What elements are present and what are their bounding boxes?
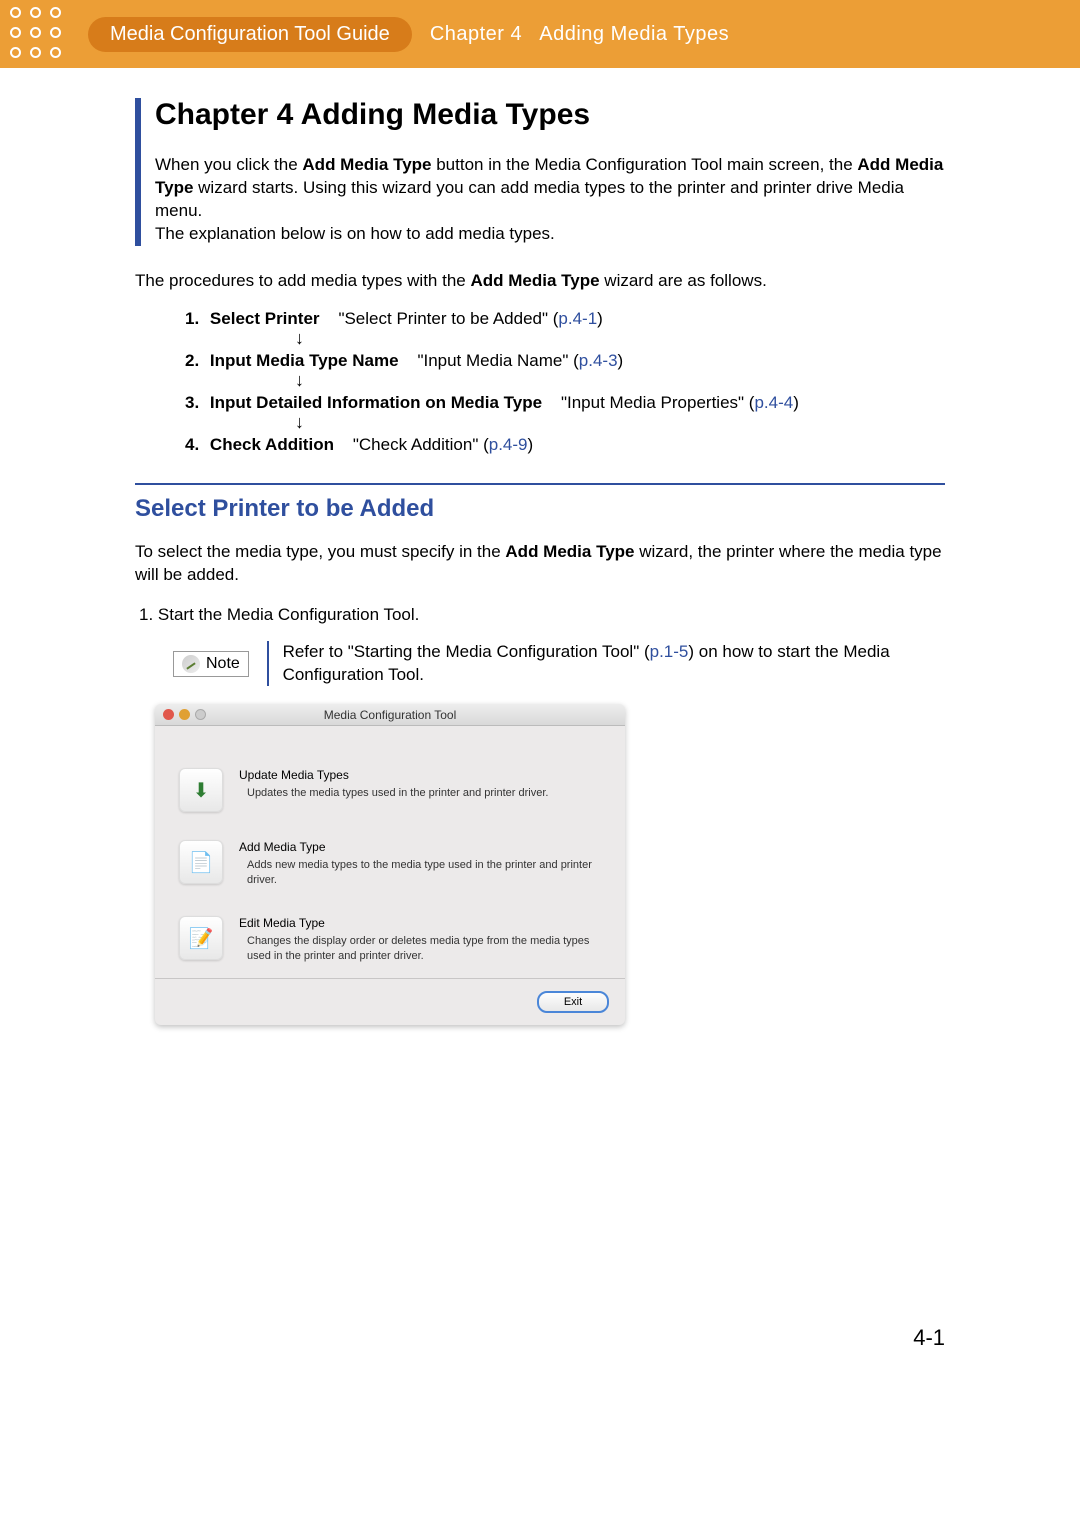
step-number: 3.: [185, 393, 199, 412]
banner-chapter-text: Chapter 4 Adding Media Types: [430, 23, 729, 46]
step-close: ): [793, 393, 799, 412]
page-ref-link[interactable]: p.4-9: [489, 435, 528, 454]
media-config-tool-window: Media Configuration Tool ⬇ Update Media …: [155, 704, 625, 1024]
intro-segment: The explanation below is on how to add m…: [155, 224, 555, 243]
procedures-intro: The procedures to add media types with t…: [135, 270, 945, 293]
banner-chapter-name: Adding Media Types: [539, 23, 729, 45]
page-header-banner: Media Configuration Tool Guide Chapter 4…: [0, 0, 1080, 68]
page-content: Chapter 4 Adding Media Types When you cl…: [0, 68, 1080, 1391]
down-arrow-icon: ↓: [295, 371, 945, 389]
down-arrow-icon: ↓: [295, 329, 945, 347]
window-footer: Exit: [155, 978, 625, 1025]
page-ref-link[interactable]: p.1-5: [650, 642, 689, 661]
section-paragraph: To select the media type, you must speci…: [135, 541, 945, 587]
banner-chapter-label: Chapter 4: [430, 23, 522, 45]
text-segment: To select the media type, you must speci…: [135, 542, 505, 561]
page-ref-link[interactable]: p.4-3: [579, 351, 618, 370]
intro-segment: When you click the: [155, 155, 302, 174]
item-description: Changes the display order or deletes med…: [239, 934, 601, 964]
window-body: ⬇ Update Media Types Updates the media t…: [155, 726, 625, 977]
edit-document-icon: 📝: [179, 916, 223, 960]
step-close: ): [527, 435, 533, 454]
edit-media-type-item[interactable]: 📝 Edit Media Type Changes the display or…: [179, 902, 601, 978]
chapter-title: Chapter 4 Adding Media Types: [155, 98, 945, 132]
procedure-list: 1. Select Printer "Select Printer to be …: [135, 309, 945, 455]
note-badge: Note: [173, 651, 249, 677]
text-bold: Add Media Type: [505, 542, 634, 561]
pencil-icon: [182, 655, 200, 673]
text-bold: Add Media Type: [470, 271, 599, 290]
step-name: Input Detailed Information on Media Type: [210, 393, 542, 412]
item-title: Update Media Types: [239, 768, 601, 782]
step-number: 1.: [185, 309, 199, 328]
note-divider: [267, 641, 269, 687]
decorative-dot-grid: [10, 7, 64, 61]
text-segment: The procedures to add media types with t…: [135, 271, 470, 290]
step-close: ): [618, 351, 624, 370]
text-segment: Refer to "Starting the Media Configurati…: [283, 642, 650, 661]
note-label: Note: [206, 655, 240, 673]
procedure-item: 2. Input Media Type Name "Input Media Na…: [185, 351, 945, 389]
add-media-type-item[interactable]: 📄 Add Media Type Adds new media types to…: [179, 826, 601, 902]
step-name: Select Printer: [210, 309, 320, 328]
item-title: Add Media Type: [239, 840, 601, 854]
step-quote: "Input Media Properties" (: [561, 393, 755, 412]
intro-segment: wizard starts. Using this wizard you can…: [155, 178, 904, 220]
step-number: 2.: [185, 351, 199, 370]
step-number: 4.: [185, 435, 199, 454]
step-quote: "Input Media Name" (: [417, 351, 578, 370]
item-title: Edit Media Type: [239, 916, 601, 930]
window-titlebar: Media Configuration Tool: [155, 704, 625, 726]
update-media-types-item[interactable]: ⬇ Update Media Types Updates the media t…: [179, 754, 601, 826]
chapter-intro: When you click the Add Media Type button…: [155, 154, 945, 246]
step-close: ): [597, 309, 603, 328]
section-divider: [135, 483, 945, 485]
window-title: Media Configuration Tool: [155, 708, 625, 722]
numbered-step: 1. Start the Media Configuration Tool.: [139, 605, 945, 625]
down-arrow-icon: ↓: [295, 413, 945, 431]
chapter-heading-block: Chapter 4 Adding Media Types When you cl…: [135, 98, 945, 246]
page-ref-link[interactable]: p.4-1: [558, 309, 597, 328]
item-description: Updates the media types used in the prin…: [239, 786, 601, 801]
intro-segment: button in the Media Configuration Tool m…: [432, 155, 858, 174]
page-ref-link[interactable]: p.4-4: [754, 393, 793, 412]
step-name: Input Media Type Name: [210, 351, 399, 370]
intro-bold: Add Media Type: [302, 155, 431, 174]
item-description: Adds new media types to the media type u…: [239, 858, 601, 888]
step-quote: "Check Addition" (: [353, 435, 489, 454]
procedure-item: 1. Select Printer "Select Printer to be …: [185, 309, 945, 347]
guide-title-pill: Media Configuration Tool Guide: [88, 17, 412, 52]
exit-button[interactable]: Exit: [537, 991, 609, 1013]
procedure-item: 4. Check Addition "Check Addition" (p.4-…: [185, 435, 945, 455]
procedure-item: 3. Input Detailed Information on Media T…: [185, 393, 945, 431]
add-document-icon: 📄: [179, 840, 223, 884]
text-segment: wizard are as follows.: [600, 271, 767, 290]
step-name: Check Addition: [210, 435, 334, 454]
note-text: Refer to "Starting the Media Configurati…: [283, 641, 945, 687]
step-quote: "Select Printer to be Added" (: [338, 309, 558, 328]
page-number: 4-1: [135, 1325, 945, 1351]
download-icon: ⬇: [179, 768, 223, 812]
note-block: Note Refer to "Starting the Media Config…: [173, 641, 945, 687]
section-heading: Select Printer to be Added: [135, 495, 945, 523]
